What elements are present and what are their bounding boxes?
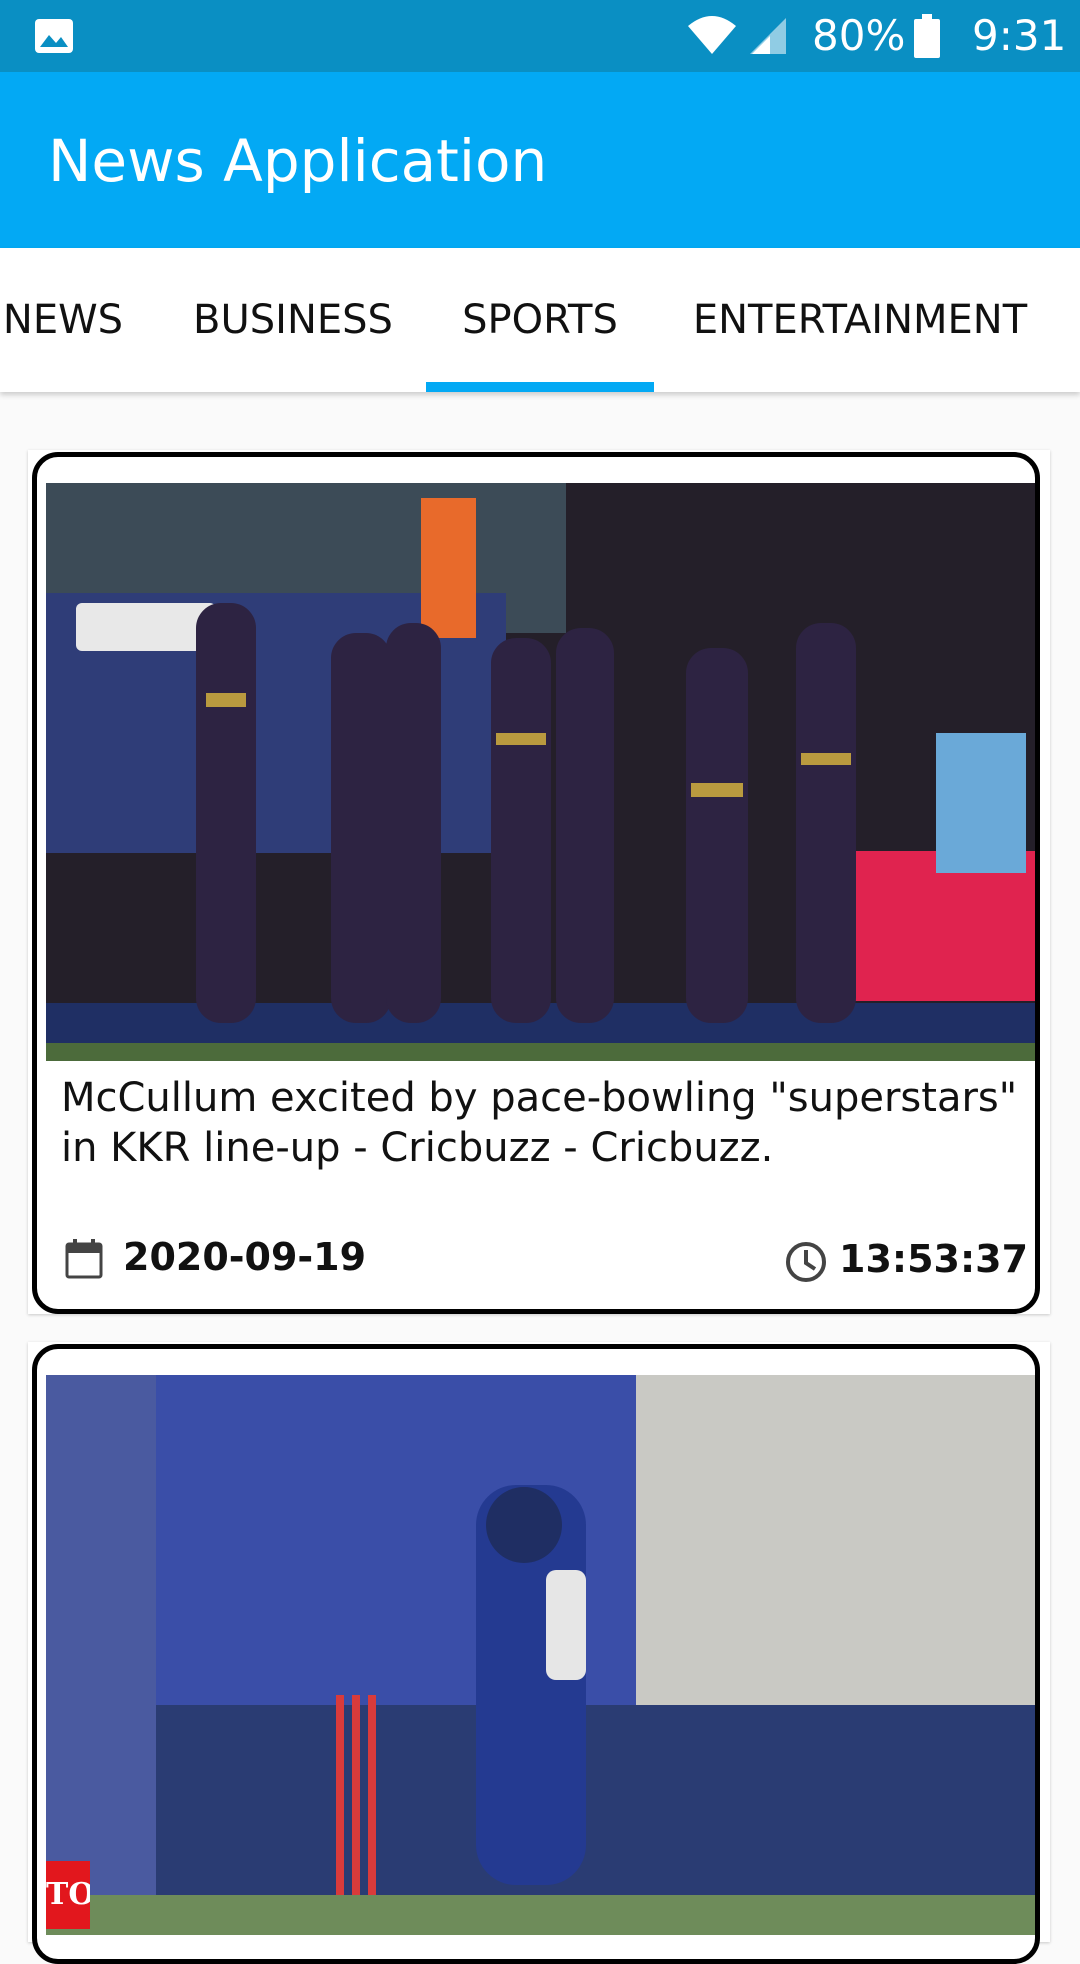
toi-badge: TOI bbox=[46, 1861, 90, 1929]
clock-icon bbox=[785, 1241, 827, 1287]
article-card-frame: McCullum excited by pace-bowling "supers… bbox=[32, 452, 1040, 1314]
article-date: 2020-09-19 bbox=[123, 1235, 367, 1279]
image-icon bbox=[34, 16, 74, 60]
article-image[interactable]: TOI bbox=[46, 1375, 1035, 1935]
signal-icon bbox=[748, 16, 788, 60]
app-title: News Application bbox=[48, 127, 548, 195]
battery-icon bbox=[914, 14, 940, 62]
tab-sports[interactable]: SPORTS bbox=[426, 248, 654, 392]
tab-entertainment[interactable]: ENTERTAINMENT bbox=[676, 248, 1044, 392]
article-card[interactable]: TOI bbox=[28, 1342, 1050, 1964]
article-card-frame: TOI bbox=[32, 1344, 1040, 1964]
tab-business[interactable]: BUSINESS bbox=[188, 248, 398, 392]
article-image[interactable] bbox=[46, 483, 1035, 1061]
wifi-icon bbox=[686, 14, 738, 60]
article-card[interactable]: McCullum excited by pace-bowling "supers… bbox=[28, 450, 1050, 1314]
calendar-icon bbox=[65, 1239, 103, 1283]
tab-news[interactable]: NEWS bbox=[0, 248, 128, 392]
status-time: 9:31 bbox=[972, 11, 1067, 60]
selected-tab-indicator bbox=[426, 382, 654, 392]
status-bar: 80% 9:31 bbox=[0, 0, 1080, 72]
app-bar: News Application bbox=[0, 72, 1080, 248]
article-headline[interactable]: McCullum excited by pace-bowling "supers… bbox=[61, 1073, 1021, 1173]
battery-percent: 80% bbox=[812, 11, 906, 60]
category-tabs: NEWS BUSINESS SPORTS ENTERTAINMENT bbox=[0, 248, 1080, 392]
article-time: 13:53:37 bbox=[839, 1237, 1029, 1281]
